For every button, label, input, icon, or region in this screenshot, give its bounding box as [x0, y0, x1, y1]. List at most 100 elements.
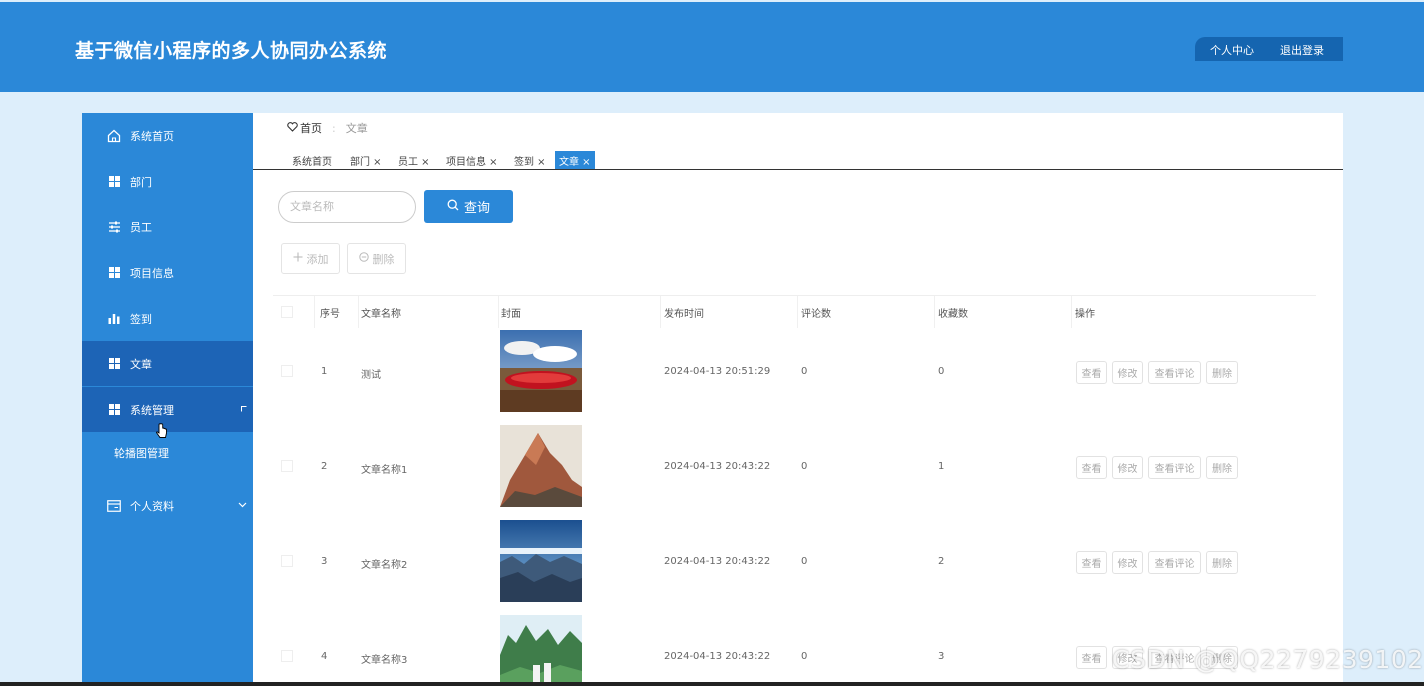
row-delete-button[interactable]: 删除	[1206, 551, 1238, 574]
view-button[interactable]: 查看	[1076, 551, 1107, 574]
row-favorite-count: 3	[938, 651, 945, 662]
cover-image[interactable]	[500, 330, 582, 412]
tab-employee[interactable]: 员工 ×	[396, 151, 432, 169]
select-all-checkbox[interactable]	[281, 306, 293, 318]
column-divider	[797, 296, 798, 328]
column-header-comments: 评论数	[801, 309, 831, 320]
search-button-label: 查询	[463, 201, 490, 216]
search-icon	[447, 199, 459, 215]
row-checkbox[interactable]	[281, 555, 293, 567]
view-comments-button[interactable]: 查看评论	[1148, 551, 1201, 574]
tags-view: 系统首页 部门 × 员工 × 项目信息 × 签到 × 文章 ×	[253, 151, 1343, 170]
grid-icon	[107, 266, 121, 280]
row-delete-button[interactable]: 删除	[1206, 456, 1238, 479]
row-favorite-count: 2	[938, 556, 945, 567]
main-content: 首页 : 文章 系统首页 部门 × 员工 × 项目信息 × 签到 × 文章 × …	[253, 113, 1343, 686]
row-checkbox[interactable]	[281, 365, 293, 377]
add-button[interactable]: 添加	[281, 243, 340, 274]
view-comments-button[interactable]: 查看评论	[1148, 361, 1201, 384]
sidebar-item-project[interactable]: 项目信息	[82, 250, 253, 295]
search-button[interactable]: 查询	[424, 190, 513, 223]
row-delete-button[interactable]: 删除	[1206, 361, 1238, 384]
column-header-index: 序号	[320, 309, 340, 320]
logout-link[interactable]: 退出登录	[1280, 42, 1324, 58]
cover-image[interactable]	[500, 615, 582, 686]
sidebar-item-department[interactable]: 部门	[82, 159, 253, 204]
cover-image[interactable]	[500, 520, 582, 602]
heart-icon	[287, 121, 298, 135]
corner-arrow-icon	[241, 405, 247, 415]
table-row: 1 测试 2024-04-13 20:51:29 0 0 查看 修改 查看评论 …	[273, 328, 1316, 423]
tab-article[interactable]: 文章 ×	[555, 151, 595, 169]
edit-button[interactable]: 修改	[1112, 361, 1143, 384]
table-row: 3 文章名称2 2024-04-13 20:43:22 0 2 查看 修改 查看…	[273, 518, 1316, 613]
row-index: 3	[321, 556, 328, 567]
sidebar-item-article[interactable]: 文章	[82, 341, 253, 386]
sidebar-item-profile[interactable]: 个人资料	[82, 483, 253, 528]
column-divider	[314, 296, 315, 328]
table-row: 2 文章名称1 2024-04-13 20:43:22 0 1 查看 修改 查看…	[273, 423, 1316, 518]
row-publish-time: 2024-04-13 20:43:22	[664, 556, 771, 567]
row-index: 1	[321, 366, 328, 377]
sidebar-item-home[interactable]: 系统首页	[82, 113, 253, 158]
row-index: 2	[321, 461, 328, 472]
view-button[interactable]: 查看	[1076, 456, 1107, 479]
breadcrumb-current: 文章	[345, 122, 368, 135]
breadcrumb-home[interactable]: 首页	[287, 120, 322, 136]
grid-icon	[107, 357, 121, 371]
breadcrumb: 首页 : 文章	[287, 120, 368, 136]
tab-department[interactable]: 部门 ×	[348, 151, 384, 169]
sidebar-subitem-label: 轮播图管理	[114, 447, 169, 460]
row-comment-count: 0	[801, 366, 808, 377]
row-name: 文章名称3	[361, 655, 408, 666]
edit-button[interactable]: 修改	[1112, 551, 1143, 574]
column-divider	[358, 296, 359, 328]
sidebar-item-employee[interactable]: 员工	[82, 204, 253, 249]
row-name: 文章名称1	[361, 465, 408, 476]
delete-button[interactable]: 删除	[347, 243, 406, 274]
row-publish-time: 2024-04-13 20:43:22	[664, 461, 771, 472]
personal-center-link[interactable]: 个人中心	[1210, 42, 1254, 58]
sidebar-item-label: 系统首页	[130, 129, 174, 143]
sidebar-item-signin[interactable]: 签到	[82, 296, 253, 341]
sliders-icon	[107, 220, 121, 234]
column-header-time: 发布时间	[664, 309, 704, 320]
cover-image[interactable]	[500, 425, 582, 507]
sidebar-item-label: 项目信息	[130, 266, 174, 280]
row-comment-count: 0	[801, 556, 808, 567]
tab-home[interactable]: 系统首页	[290, 151, 334, 169]
row-index: 4	[321, 651, 328, 662]
tab-project[interactable]: 项目信息 ×	[444, 151, 500, 169]
edit-button[interactable]: 修改	[1112, 456, 1143, 479]
row-publish-time: 2024-04-13 20:43:22	[664, 651, 771, 662]
column-divider	[498, 296, 499, 328]
view-button[interactable]: 查看	[1076, 646, 1107, 669]
row-comment-count: 0	[801, 651, 808, 662]
mouse-cursor-icon	[156, 423, 168, 443]
grid-icon	[107, 175, 121, 189]
column-divider	[660, 296, 661, 328]
column-divider	[1071, 296, 1072, 328]
plus-icon	[293, 252, 303, 265]
row-comment-count: 0	[801, 461, 808, 472]
user-menu: 个人中心 退出登录	[1195, 37, 1343, 61]
sidebar-item-label: 签到	[130, 312, 152, 326]
grid-icon	[107, 403, 121, 417]
tab-signin[interactable]: 签到 ×	[512, 151, 548, 169]
remove-circle-icon	[358, 252, 369, 265]
column-header-cover: 封面	[501, 309, 521, 320]
breadcrumb-separator: :	[332, 121, 336, 135]
row-checkbox[interactable]	[281, 460, 293, 472]
chevron-down-icon	[238, 501, 247, 511]
view-comments-button[interactable]: 查看评论	[1148, 456, 1201, 479]
table-header: 序号 文章名称 封面 发布时间 评论数 收藏数 操作	[273, 295, 1316, 328]
sidebar-item-label: 个人资料	[130, 499, 174, 513]
row-favorite-count: 0	[938, 366, 945, 377]
sidebar-item-label: 员工	[130, 220, 152, 234]
row-name: 文章名称2	[361, 560, 408, 571]
bottom-divider	[0, 682, 1424, 686]
search-input[interactable]	[278, 191, 416, 223]
column-header-favorites: 收藏数	[938, 309, 968, 320]
view-button[interactable]: 查看	[1076, 361, 1107, 384]
row-checkbox[interactable]	[281, 650, 293, 662]
